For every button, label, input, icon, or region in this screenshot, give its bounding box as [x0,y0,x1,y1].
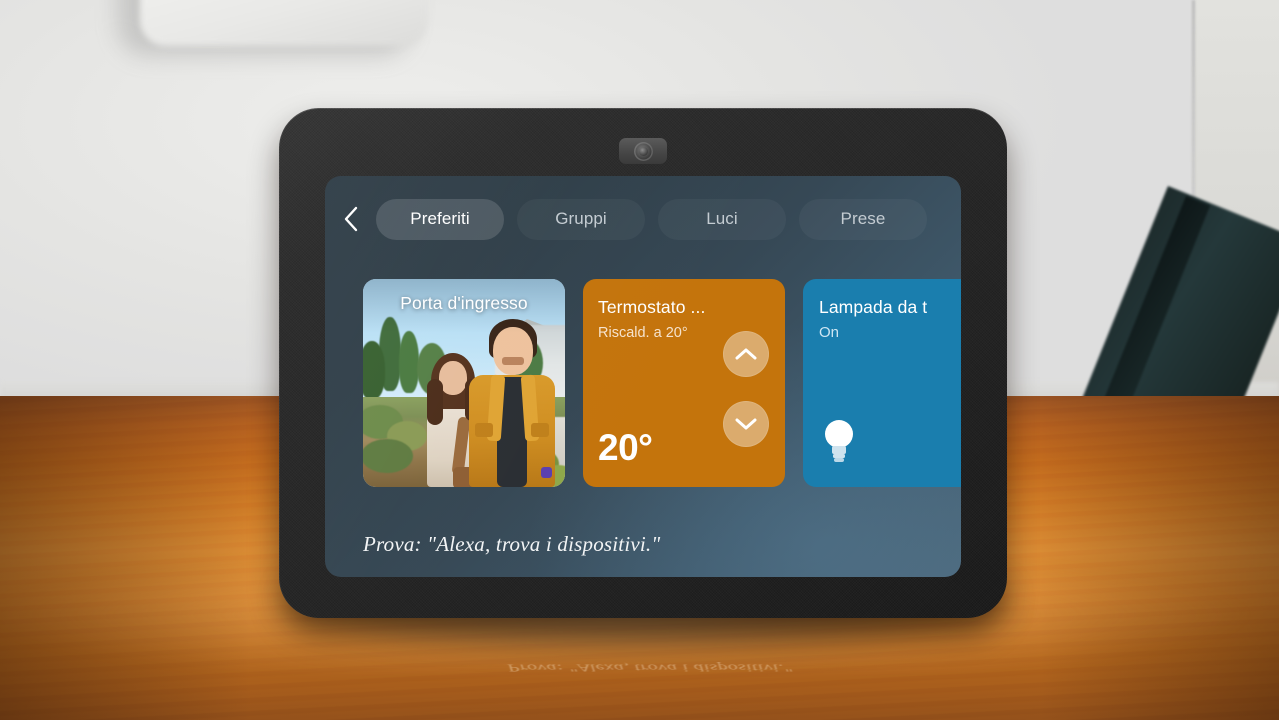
tab-luci[interactable]: Luci [658,198,786,240]
display-screen: Preferiti Gruppi Luci Prese Porta d'ingr… [325,176,961,577]
wall-object [140,0,428,46]
tab-gruppi[interactable]: Gruppi [517,198,645,240]
card-light-title: Lampada da t [819,297,928,317]
tab-label: Prese [840,209,886,228]
chevron-down-icon [735,418,757,430]
card-light-lampada[interactable]: Lampada da t On [803,279,961,487]
tab-label: Luci [706,209,738,228]
card-thermostat-title: Termostato ... [598,297,706,317]
thermostat-increase-button[interactable] [723,331,769,377]
card-camera-title: Porta d'ingresso [400,293,528,313]
card-thermostat-subtitle: Riscald. a 20° [598,325,688,341]
camera-lens-icon [633,141,653,161]
smart-display-device: Preferiti Gruppi Luci Prese Porta d'ingr… [279,108,1007,618]
tab-label: Preferiti [410,209,470,228]
lightbulb-icon [819,417,859,465]
card-thermostat[interactable]: Termostato ... Riscald. a 20° 20° [583,279,785,487]
table-shadow-right [1040,396,1279,720]
thermostat-decrease-button[interactable] [723,401,769,447]
voice-prompt-text: Prova: "Alexa, trova i dispositivi." [363,532,661,556]
chevron-up-icon [735,348,757,360]
card-light-state: On [819,324,840,341]
card-camera-porta-dingresso[interactable]: Porta d'ingresso [363,279,565,487]
scene: Prova: "Alexa, trova i dispositivi." Pre… [0,0,1279,720]
back-button[interactable] [339,204,363,234]
device-card-list: Porta d'ingresso Termostato ... Riscald.… [363,279,961,487]
camera-icon [619,138,667,164]
tab-prese[interactable]: Prese [799,198,927,240]
table-text-reflection: Prova: "Alexa, trova i dispositivi." [507,662,793,675]
tab-preferiti[interactable]: Preferiti [376,198,504,240]
table-shadow-left [0,396,250,720]
card-thermostat-temperature: 20° [598,427,653,468]
tab-label: Gruppi [555,209,607,228]
chevron-left-icon [344,206,358,232]
tab-bar: Preferiti Gruppi Luci Prese [325,194,961,244]
